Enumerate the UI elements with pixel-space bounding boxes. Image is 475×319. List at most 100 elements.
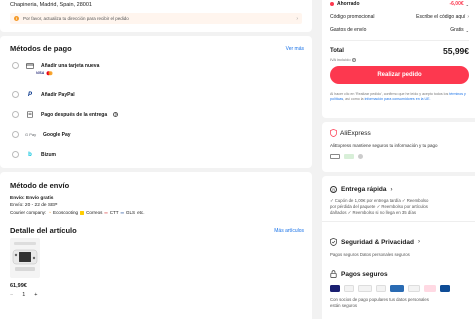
- visa-icon: VISA: [36, 71, 45, 75]
- radio-button[interactable]: [12, 151, 19, 158]
- security-header[interactable]: Seguridad & Privacidad ›: [330, 238, 420, 246]
- klarna-badge-icon: [424, 285, 436, 292]
- payment-badges: [330, 285, 450, 292]
- trust-badge-icon: [330, 154, 340, 159]
- shipping-card: Método de envío Envío: Envío gratis Enví…: [0, 172, 312, 319]
- safe-payments-header: Pagos seguros: [330, 270, 388, 278]
- more-items-link[interactable]: Más artículos: [274, 228, 304, 234]
- saved-value: -6,00€: [449, 1, 464, 7]
- info-icon[interactable]: ?: [113, 112, 119, 117]
- chevron-right-icon: ›: [390, 186, 393, 193]
- courier-gls: GLS: [125, 210, 136, 215]
- legal-text-3: , así como la: [343, 97, 364, 101]
- promo-input[interactable]: Escribe el código aquí: [416, 14, 465, 20]
- radio-button[interactable]: [12, 62, 19, 69]
- total-label: Total: [330, 48, 344, 54]
- gls-icon: ═: [120, 210, 124, 215]
- courier-etc: etc.: [137, 210, 145, 215]
- radio-button[interactable]: [12, 131, 19, 138]
- place-order-button[interactable]: Realizar pedido: [330, 66, 469, 84]
- info-icon[interactable]: ?: [351, 57, 356, 62]
- payment-option-paypal[interactable]: P Añadir PayPal: [12, 91, 75, 98]
- google-pay-icon: G Pay: [25, 132, 37, 137]
- payment-card: Métodos de pago Ver más Añadir una tarje…: [0, 36, 312, 168]
- vat-note: IVA incluido ?: [330, 57, 356, 62]
- quantity-stepper[interactable]: − 1 +: [10, 292, 38, 298]
- chevron-right-icon: ›: [417, 239, 420, 245]
- correos-icon: [80, 210, 85, 215]
- total-value: 55,99€: [443, 46, 469, 56]
- info-link[interactable]: información: [365, 97, 384, 101]
- payment-option-card[interactable]: Añadir una tarjeta nueva: [12, 62, 99, 69]
- product-price: 61,99€: [10, 283, 27, 289]
- fast-delivery-header[interactable]: ◷ Entrega rápida ›: [330, 186, 393, 193]
- quantity-value[interactable]: 1: [22, 292, 25, 298]
- shipping-line-1: Envío: Envío gratis: [10, 196, 54, 201]
- promo-row[interactable]: Código promocional Escribe el código aqu…: [330, 14, 469, 20]
- courier-correos: Correos: [86, 210, 103, 215]
- payment-option-after-delivery[interactable]: Pago después de la entrega ?: [12, 111, 119, 118]
- guarantees-card: ◷ Entrega rápida › ✓ Cupón de 1,00€ por …: [322, 176, 475, 319]
- safekey-badge-icon: [390, 285, 404, 292]
- payment-title: Métodos de pago: [10, 44, 72, 53]
- payment-option-bizum[interactable]: b Bizum: [12, 151, 56, 158]
- amex-badge-icon: [358, 285, 372, 292]
- shipping-cost-value: Gratis: [450, 27, 464, 33]
- credit-card-icon: [25, 62, 35, 69]
- safe-payments-title: Pagos seguros: [341, 270, 388, 278]
- radio-button[interactable]: [12, 111, 19, 118]
- payment-option-label: Pago después de la entrega: [41, 111, 108, 118]
- divider: [322, 221, 475, 222]
- courier-row: Courier company: ◔ Ecoscooting Correos ═…: [10, 210, 145, 215]
- chevron-down-icon[interactable]: ⌄: [466, 28, 469, 33]
- aliexpress-logo: AliExpress: [340, 129, 371, 137]
- total-row: Total 55,99€: [330, 46, 469, 56]
- summary-card: Ahorrado -6,00€ ⌄ Código promocional Esc…: [322, 0, 475, 118]
- fast-delivery-title: Entrega rápida: [341, 186, 387, 193]
- address-card: Chapineria, Madrid, Spain, 28001 ! Por f…: [0, 0, 312, 32]
- product-image[interactable]: [10, 238, 40, 278]
- maestro-badge-icon: [376, 285, 386, 292]
- bizum-icon: b: [28, 151, 32, 158]
- warning-text: Por favor, actualiza tu dirección para r…: [23, 16, 129, 21]
- chevron-right-icon: ›: [467, 14, 469, 20]
- saved-label: Ahorrado: [337, 1, 360, 7]
- legal-text: Al hacer clic en 'Realizar pedido', conf…: [330, 92, 469, 102]
- legal-text-1: Al hacer clic en 'Realizar pedido', conf…: [330, 92, 422, 96]
- shield-icon: [330, 129, 337, 137]
- shield-check-icon: [330, 238, 337, 246]
- payment-option-google-pay[interactable]: G Pay Google Pay: [12, 131, 71, 138]
- paypal-badge-icon: [408, 285, 420, 292]
- aliexpress-text: AliExpress mantiene seguros tu informaci…: [330, 143, 438, 148]
- payment-option-label: Bizum: [41, 151, 56, 158]
- security-text: Pagos seguros Datos personales seguros: [330, 252, 410, 257]
- lock-icon: [330, 270, 337, 278]
- radio-button[interactable]: [12, 91, 19, 98]
- legal-text-2: acepto todos los: [422, 92, 449, 96]
- shipping-cost-label: Gastos de envío: [330, 27, 367, 33]
- delivery-line-3: dañados ✓ Reembolso si no llega en 35 dí…: [330, 210, 417, 215]
- courier-ecoscooting: Ecoscooting: [53, 210, 79, 215]
- chevron-right-icon: ›: [296, 15, 298, 22]
- aliexpress-trust-card: AliExpress AliExpress mantiene seguros t…: [322, 122, 475, 172]
- safe-payments-text: Con socios de pago populares tus datos p…: [330, 297, 429, 309]
- see-more-link[interactable]: Ver más: [286, 46, 304, 52]
- payment-option-label: Añadir PayPal: [41, 91, 75, 98]
- address-line: Chapineria, Madrid, Spain, 28001: [10, 2, 92, 8]
- increase-button[interactable]: +: [34, 292, 37, 298]
- aliexpress-brand-row: AliExpress: [330, 129, 371, 137]
- decrease-button[interactable]: −: [10, 292, 13, 298]
- trust-badge-icon: [358, 154, 363, 159]
- chevron-down-icon[interactable]: ⌄: [466, 2, 469, 7]
- consumer-info-link[interactable]: para consumidores en la UE.: [384, 97, 430, 101]
- truck-icon: ◷: [330, 186, 337, 193]
- fast-delivery-details: ✓ Cupón de 1,00€ por entrega tardía ✓ Re…: [330, 198, 471, 216]
- mastercard-badge-icon: [344, 285, 354, 292]
- divider: [330, 40, 469, 41]
- promo-label: Código promocional: [330, 14, 375, 20]
- address-warning[interactable]: ! Por favor, actualiza tu dirección para…: [10, 13, 302, 24]
- trust-badges: [330, 154, 363, 159]
- payment-option-label: Añadir una tarjeta nueva: [41, 62, 100, 69]
- card-brand-icons: VISA: [36, 71, 53, 76]
- item-title: Detalle del artículo: [10, 226, 77, 235]
